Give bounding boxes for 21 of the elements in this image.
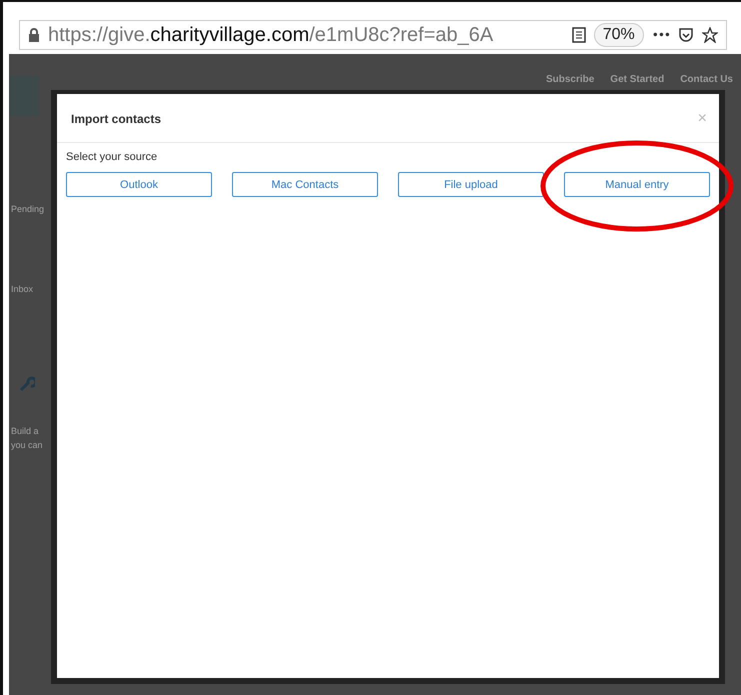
inbox-tab[interactable]: Inbox — [11, 284, 44, 294]
source-button[interactable]: File upload — [398, 172, 544, 197]
source-button[interactable]: Outlook — [66, 172, 212, 197]
url-text[interactable]: https://give.charityvillage.com/e1mU8c?ref=ab_6A — [48, 24, 564, 46]
source-button[interactable]: Manual entry — [564, 172, 710, 197]
prompt-label: Select your source — [66, 151, 158, 163]
zoom-level[interactable]: 70% — [594, 23, 644, 47]
text-line: you can — [11, 440, 43, 450]
more-menu[interactable]: ••• — [652, 28, 670, 42]
nav-link[interactable]: Get Started — [610, 74, 664, 86]
source-button[interactable]: Mac Contacts — [232, 172, 378, 197]
dialog-title: Import contacts — [71, 112, 162, 126]
lock-icon — [28, 28, 40, 42]
star-icon[interactable] — [702, 27, 718, 43]
pocket-icon[interactable] — [678, 28, 694, 42]
wrench-icon — [19, 376, 35, 392]
reader-view-icon[interactable] — [572, 27, 586, 43]
status-label: Pending — [11, 204, 44, 214]
text-line: Build a — [11, 426, 40, 436]
nav-link[interactable]: Subscribe — [546, 74, 594, 86]
nav-link[interactable]: Contact Us — [680, 74, 733, 86]
